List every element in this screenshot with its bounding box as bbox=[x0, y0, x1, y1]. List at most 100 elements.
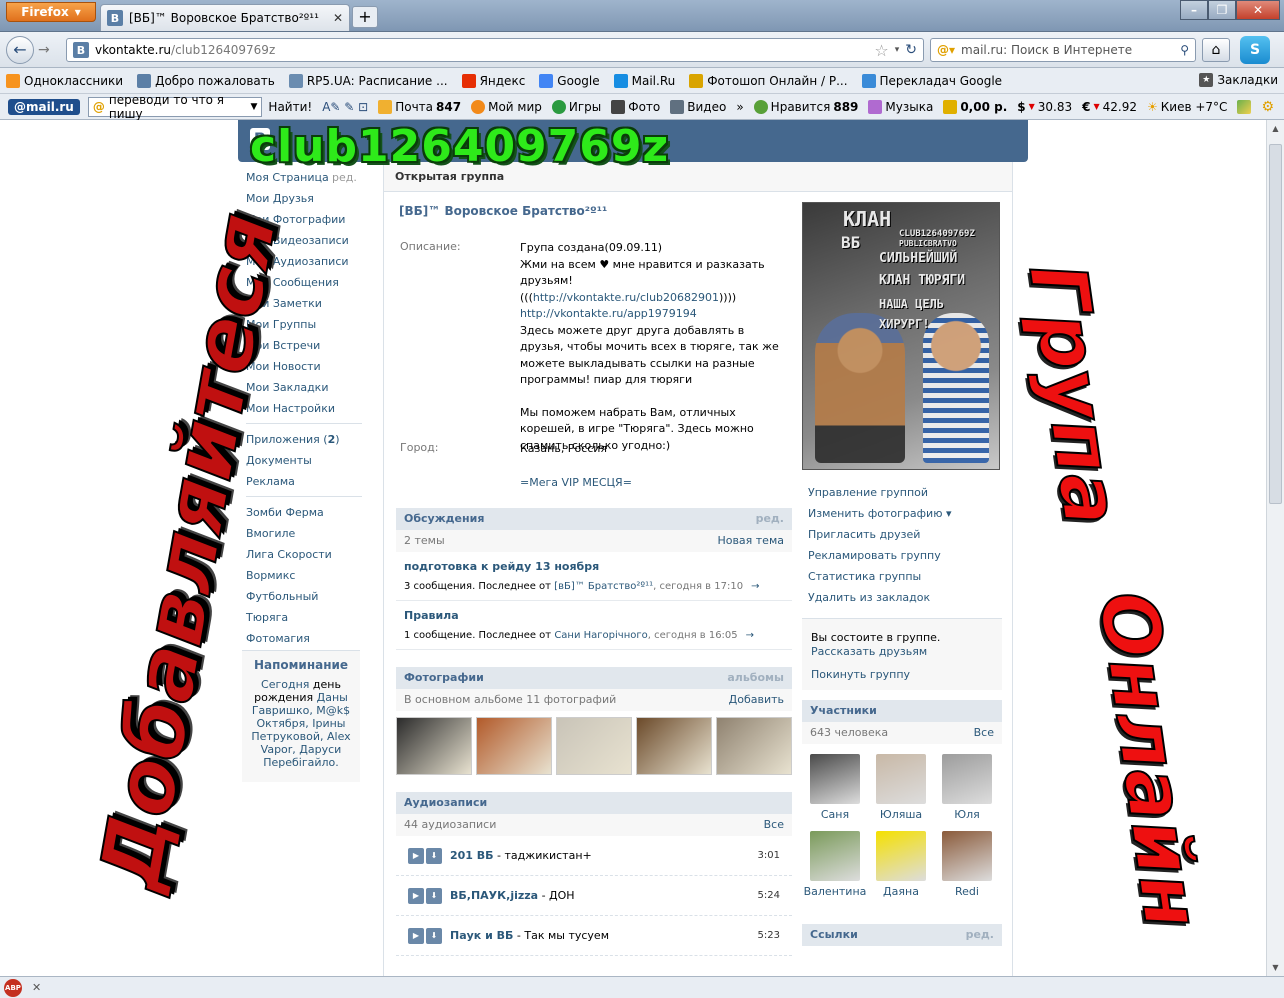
url-bar[interactable]: В vkontakte.ru/club126409769z ☆ ▾ ↻ bbox=[66, 38, 924, 62]
eur-rate[interactable]: € ▼ 42.92 bbox=[1082, 100, 1137, 114]
new-tab-button[interactable]: + bbox=[352, 6, 378, 28]
skype-icon[interactable]: S bbox=[1240, 36, 1270, 64]
play-icon[interactable]: ▶ bbox=[408, 847, 424, 864]
leave-group-link[interactable]: Покинуть группу bbox=[811, 668, 993, 682]
map-icon[interactable] bbox=[1237, 99, 1252, 114]
close-window-button[interactable]: ✕ bbox=[1236, 0, 1280, 20]
members-header[interactable]: Участники bbox=[802, 700, 1002, 722]
scrollbar-thumb[interactable] bbox=[1269, 144, 1282, 504]
search-engine-icon[interactable]: @▾ bbox=[937, 43, 955, 57]
topic-title[interactable]: Правила bbox=[404, 609, 784, 622]
admin-link[interactable]: Статистика группы bbox=[808, 570, 998, 591]
reminder-today-link[interactable]: Сегодня bbox=[261, 678, 309, 691]
mailru-search-input[interactable]: @ переводи то что я пишу ▼ bbox=[87, 93, 263, 121]
video-button[interactable]: Видео bbox=[670, 99, 726, 114]
photos-header[interactable]: Фотографии альбомы bbox=[396, 667, 792, 689]
app-link[interactable]: http://vkontakte.ru/app1979194 bbox=[520, 307, 697, 320]
mailru-search-button[interactable]: Найти! bbox=[268, 100, 312, 114]
avatar[interactable] bbox=[942, 831, 992, 881]
left-app-item[interactable]: Футбольный bbox=[246, 587, 362, 608]
links-edit-link[interactable]: ред. bbox=[966, 924, 994, 946]
adblock-icon[interactable]: ABP bbox=[4, 978, 22, 997]
audio-header[interactable]: Аудиозаписи bbox=[396, 792, 792, 814]
close-icon[interactable]: ✕ bbox=[32, 981, 41, 994]
likes-button[interactable]: Нравится 889 bbox=[753, 99, 858, 114]
search-bar[interactable]: @▾ mail.ru: Поиск в Интернете ⚲ bbox=[930, 38, 1196, 62]
money-button[interactable]: 0,00 р. bbox=[943, 99, 1007, 114]
arrow-right-icon[interactable]: → bbox=[746, 630, 754, 641]
admin-link[interactable]: Удалить из закладок bbox=[808, 591, 998, 612]
links-header[interactable]: Ссылки ред. bbox=[802, 924, 1002, 946]
member-name[interactable]: Саня bbox=[802, 808, 868, 821]
track-artist[interactable]: Паук и ВБ bbox=[450, 929, 513, 942]
member-item[interactable]: Саня bbox=[802, 748, 868, 821]
left-app-item[interactable]: Зомби Ферма bbox=[246, 503, 362, 524]
topic-author-link[interactable]: [вБ]™ Братство²º¹¹ bbox=[554, 581, 653, 592]
mail-button[interactable]: Почта 847 bbox=[378, 99, 461, 114]
group-avatar[interactable]: КЛАН ВБ CLUB126409769Z PUBLICBRATVO СИЛЬНЕЙШ… bbox=[802, 202, 1000, 470]
admin-link[interactable]: Управление группой bbox=[808, 486, 998, 507]
bookmark-item[interactable]: RP5.UA: Расписание ... bbox=[288, 73, 448, 88]
photo-thumbnail[interactable] bbox=[556, 717, 632, 775]
club-link[interactable]: http://vkontakte.ru/club20682901 bbox=[533, 291, 719, 304]
track-artist[interactable]: ВБ,ПАУК,jizza bbox=[450, 889, 538, 902]
bookmark-item[interactable]: Фотошоп Онлайн / Р... bbox=[689, 73, 848, 88]
play-icon[interactable]: ▶ bbox=[408, 887, 424, 904]
member-name[interactable]: Даяна bbox=[868, 885, 934, 898]
scroll-up-icon[interactable]: ▲ bbox=[1267, 120, 1284, 137]
firefox-menu-button[interactable]: Firefox ▾ bbox=[6, 2, 96, 22]
play-icon[interactable]: ▶ bbox=[408, 927, 424, 944]
site-identity-icon[interactable]: В bbox=[73, 42, 89, 58]
left-nav-item[interactable]: Реклама bbox=[246, 472, 362, 493]
tell-friends-link[interactable]: Рассказать друзьям bbox=[811, 645, 993, 659]
left-app-item[interactable]: Вормикс bbox=[246, 566, 362, 587]
add-photo-link[interactable]: Добавить bbox=[729, 689, 784, 711]
photo-thumbnail[interactable] bbox=[476, 717, 552, 775]
member-item[interactable]: Валентина bbox=[802, 825, 868, 898]
search-icon[interactable]: ⚲ bbox=[1180, 43, 1189, 57]
avatar[interactable] bbox=[810, 754, 860, 804]
usd-rate[interactable]: $ ▼ 30.83 bbox=[1017, 100, 1072, 114]
page-scrollbar[interactable]: ▲ ▼ bbox=[1266, 120, 1284, 976]
member-item[interactable]: Юляша bbox=[868, 748, 934, 821]
download-icon[interactable]: ⬇ bbox=[426, 847, 442, 864]
chevron-down-icon[interactable]: ▼ bbox=[251, 102, 258, 112]
left-app-item[interactable]: Лига Скорости bbox=[246, 545, 362, 566]
photo-thumbnail[interactable] bbox=[396, 717, 472, 775]
member-item[interactable]: Даяна bbox=[868, 825, 934, 898]
bookmark-item[interactable]: Перекладач Google bbox=[861, 73, 1002, 88]
back-button[interactable]: ← bbox=[6, 36, 34, 64]
bookmark-item[interactable]: Google bbox=[539, 73, 600, 88]
music-button[interactable]: Музыка bbox=[868, 99, 933, 114]
weather-button[interactable]: ☀ Киев +7°C bbox=[1147, 100, 1227, 114]
close-tab-icon[interactable]: ✕ bbox=[333, 11, 343, 25]
reload-icon[interactable]: ↻ bbox=[905, 42, 917, 58]
bookmarks-menu-button[interactable]: ★ Закладки bbox=[1199, 73, 1278, 87]
left-nav-item[interactable]: Документы bbox=[246, 451, 362, 472]
forward-button[interactable]: → bbox=[38, 42, 50, 58]
member-item[interactable]: Юля bbox=[934, 748, 1000, 821]
arrow-right-icon[interactable]: → bbox=[751, 581, 759, 592]
download-icon[interactable]: ⬇ bbox=[426, 887, 442, 904]
left-app-item[interactable]: Фотомагия bbox=[246, 629, 362, 650]
avatar[interactable] bbox=[876, 831, 926, 881]
new-topic-link[interactable]: Новая тема bbox=[717, 530, 784, 552]
member-name[interactable]: Юляша bbox=[868, 808, 934, 821]
topic-item[interactable]: Правила 1 сообщение. Последнее от Сани На… bbox=[396, 601, 792, 650]
members-all-link[interactable]: Все bbox=[974, 722, 994, 744]
photo-thumbnail[interactable] bbox=[716, 717, 792, 775]
home-button[interactable]: ⌂ bbox=[1202, 38, 1230, 62]
maximize-button[interactable]: ❐ bbox=[1208, 0, 1236, 20]
member-name[interactable]: Валентина bbox=[802, 885, 868, 898]
dropdown-arrow-icon[interactable]: ▾ bbox=[895, 45, 900, 55]
photo-thumbnail[interactable] bbox=[636, 717, 712, 775]
mailru-logo[interactable]: @mail.ru bbox=[8, 98, 80, 115]
left-app-item[interactable]: Тюряга bbox=[246, 608, 362, 629]
bookmark-item[interactable]: Mail.Ru bbox=[613, 73, 675, 88]
settings-gear-icon[interactable]: ⚙ bbox=[1261, 99, 1274, 115]
vip-link[interactable]: =Мега VIP МЕСЦЯ= bbox=[520, 476, 632, 489]
bookmark-item[interactable]: Добро пожаловать bbox=[137, 73, 275, 88]
admin-link[interactable]: Пригласить друзей bbox=[808, 528, 998, 549]
myworld-button[interactable]: Мой мир bbox=[471, 99, 542, 114]
photo-button[interactable]: Фото bbox=[611, 99, 660, 114]
